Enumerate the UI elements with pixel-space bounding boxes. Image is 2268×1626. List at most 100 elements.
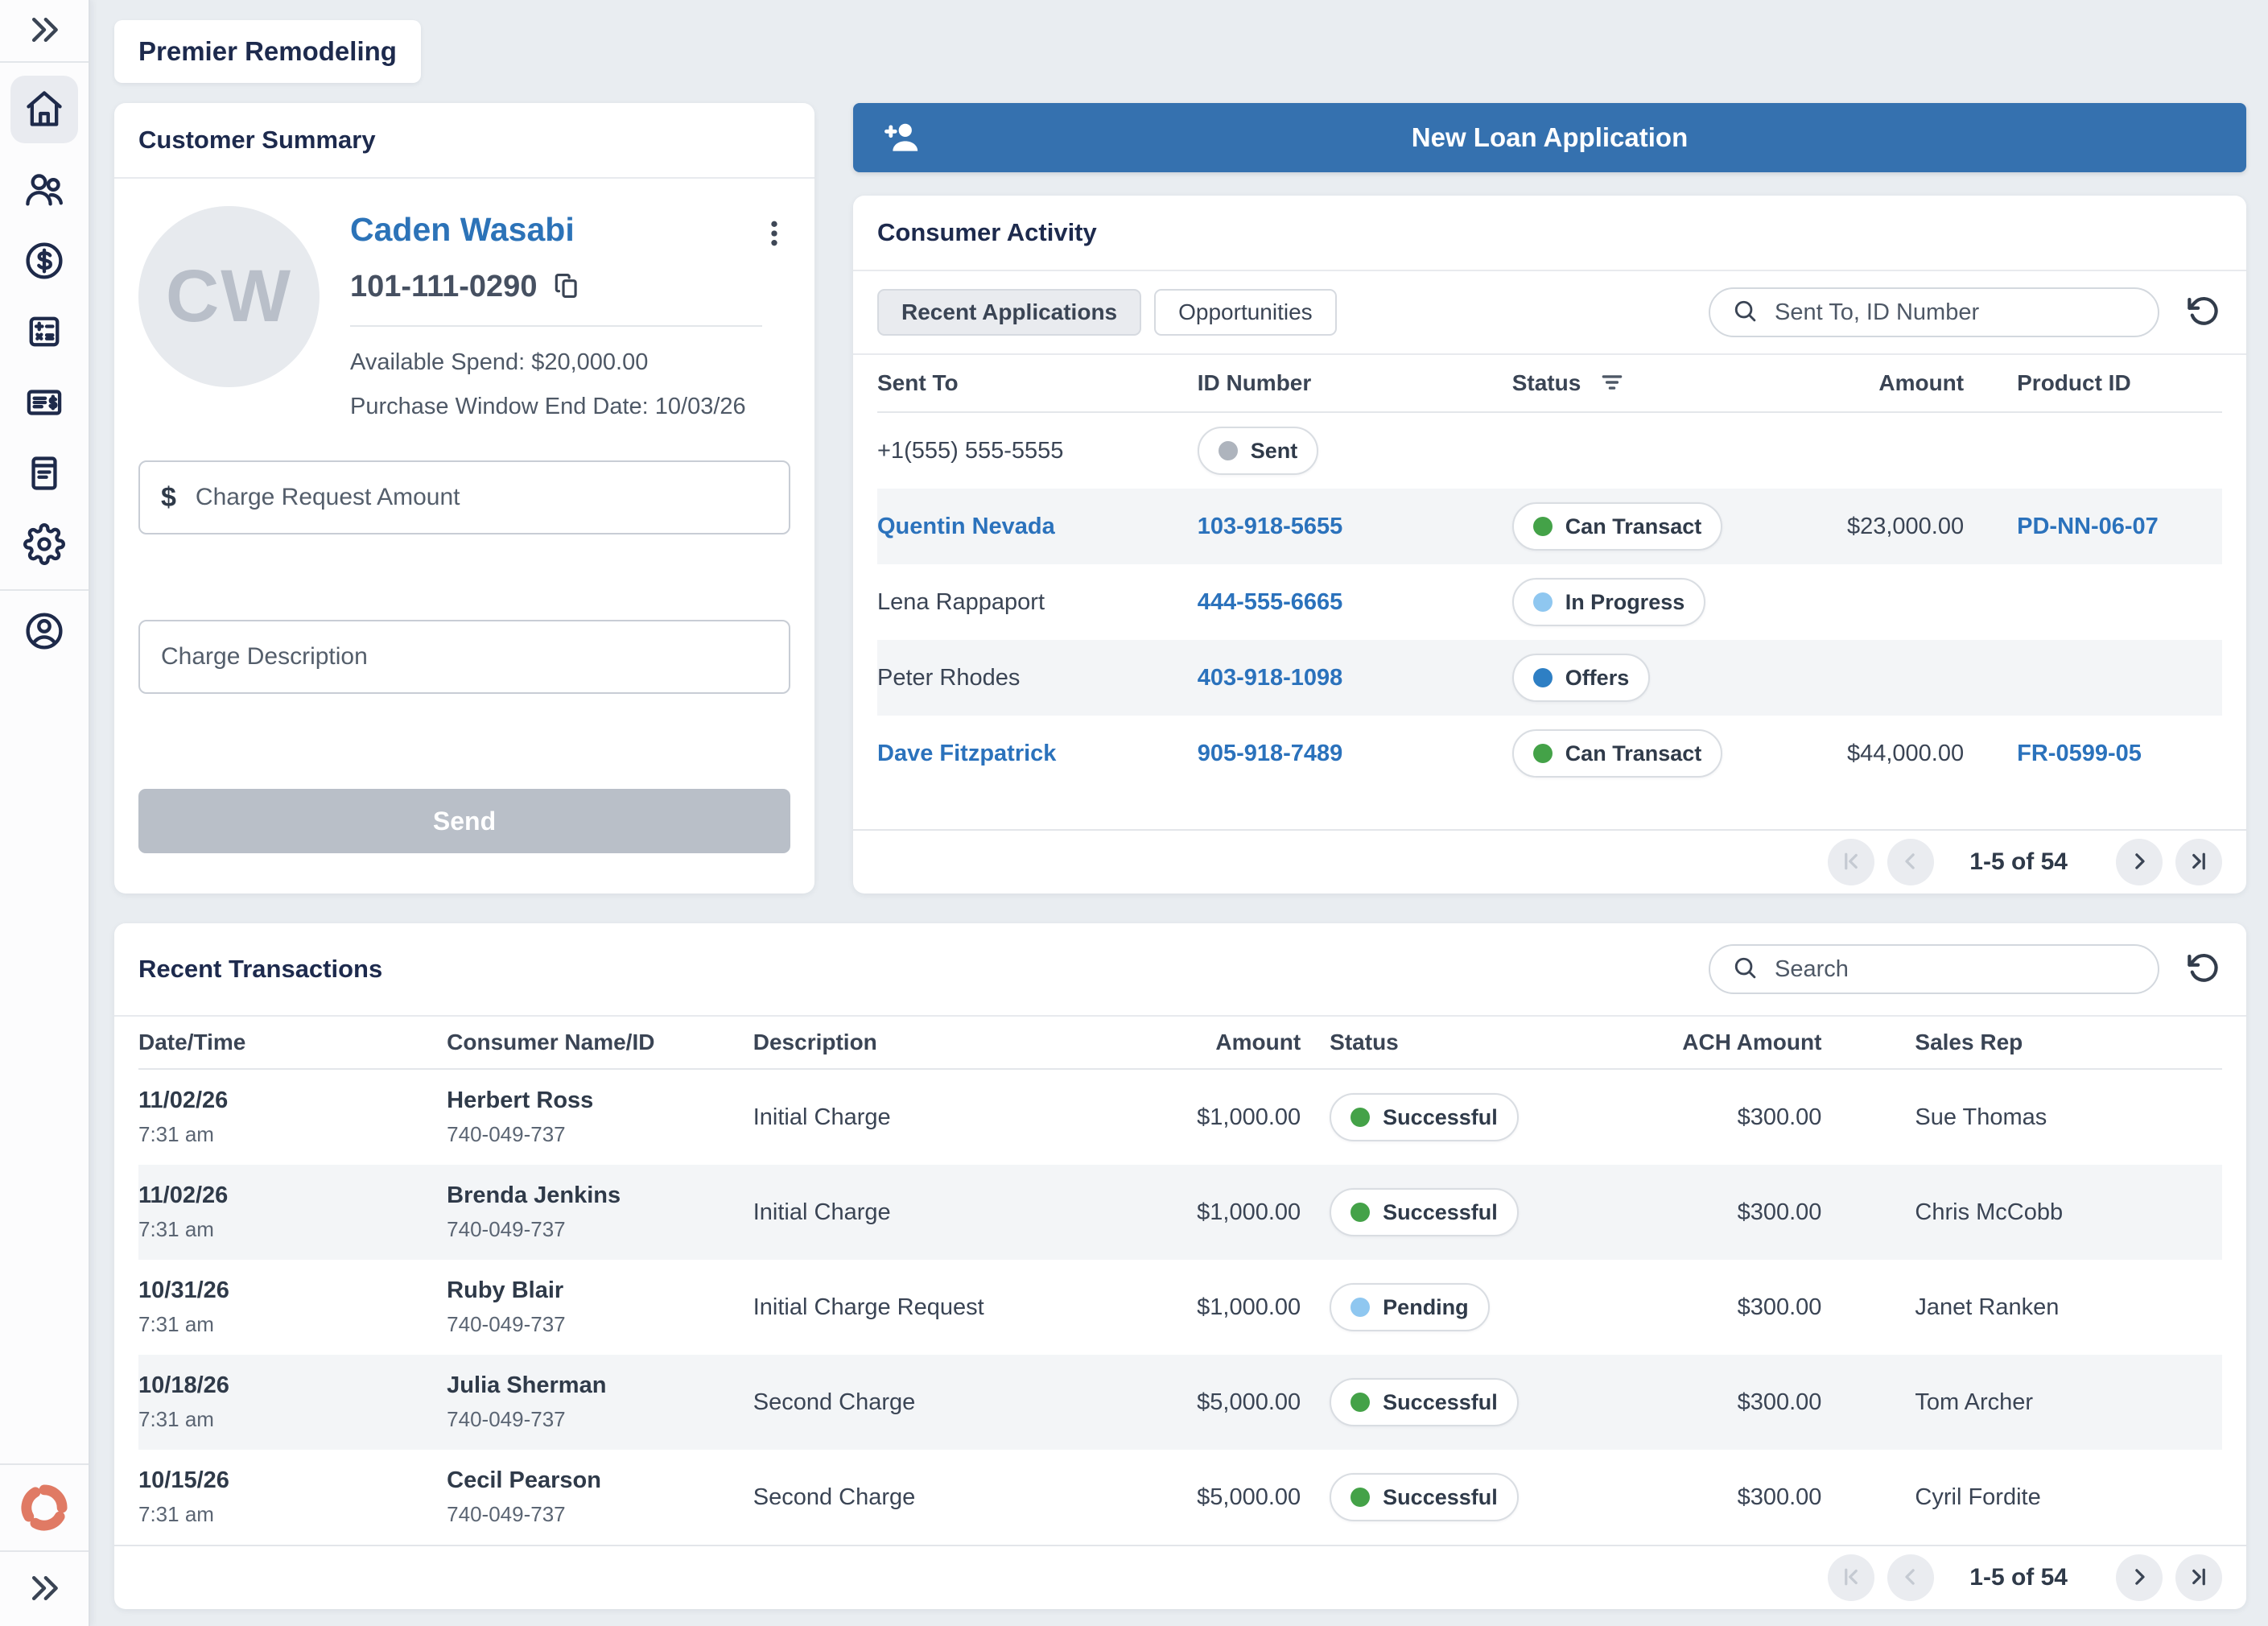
status-badge: Successful: [1330, 1473, 1519, 1521]
cell-datetime: 11/02/26 7:31 am: [138, 1182, 447, 1242]
cell-sent-to[interactable]: +1(555) 555-5555: [877, 438, 1198, 464]
cell-id-number[interactable]: 403-918-1098: [1198, 665, 1512, 691]
status-label: Pending: [1383, 1295, 1469, 1320]
reset-search-button[interactable]: [2185, 293, 2222, 332]
cell-sent-to[interactable]: Dave Fitzpatrick: [877, 741, 1198, 767]
transactions-pagination: 1-5 of 54: [114, 1545, 2246, 1609]
sidebar-item-reports[interactable]: [10, 451, 78, 497]
chevron-left-icon: [1899, 1565, 1923, 1591]
cell-amount: $5,000.00: [1105, 1484, 1313, 1511]
cell-id-number[interactable]: 444-555-6665: [1198, 589, 1512, 616]
consumer-activity-rows: +1(555) 555-5555 Sent Quentin Nevada 103…: [877, 413, 2222, 791]
sidebar-item-invoices[interactable]: [10, 380, 78, 427]
cell-sent-to[interactable]: Peter Rhodes: [877, 665, 1198, 691]
kebab-menu-button[interactable]: [758, 217, 790, 252]
copy-icon: [551, 270, 582, 303]
copy-button[interactable]: [551, 270, 582, 303]
cell-consumer: Cecil Pearson 740-049-737: [447, 1467, 753, 1527]
last-page-button[interactable]: [2175, 1554, 2222, 1601]
transaction-time: 7:31 am: [138, 1217, 434, 1242]
first-page-button[interactable]: [1828, 839, 1874, 885]
sidebar-item-settings[interactable]: [10, 522, 78, 568]
transaction-row: 11/02/26 7:31 am Brenda Jenkins 740-049-…: [138, 1165, 2222, 1260]
prev-page-button[interactable]: [1887, 1554, 1934, 1601]
cell-amount: $1,000.00: [1105, 1104, 1313, 1131]
col-description: Description: [753, 1030, 1106, 1055]
transactions-search-input[interactable]: [1775, 956, 2137, 983]
consumer-id: 740-049-737: [447, 1407, 740, 1432]
sidebar-collapse-button[interactable]: [0, 0, 89, 61]
cell-datetime: 10/31/26 7:31 am: [138, 1277, 447, 1337]
consumer-activity-title: Consumer Activity: [853, 196, 2246, 271]
cell-sent-to[interactable]: Quentin Nevada: [877, 514, 1198, 540]
status-badge: Offers: [1512, 654, 1651, 702]
sidebar-item-home[interactable]: [10, 76, 78, 143]
last-page-button[interactable]: [2175, 839, 2222, 885]
status-dot-icon: [1350, 1108, 1370, 1127]
cell-datetime: 11/02/26 7:31 am: [138, 1087, 447, 1147]
transactions-rows: 11/02/26 7:31 am Herbert Ross 740-049-73…: [138, 1070, 2222, 1545]
brand-swirl-logo: [0, 1465, 89, 1550]
sidebar-item-account[interactable]: [10, 609, 78, 655]
cell-product-id[interactable]: PD-NN-06-07: [1964, 514, 2222, 540]
new-loan-application-button[interactable]: New Loan Application: [853, 103, 2246, 172]
sidebar-item-customers[interactable]: [10, 167, 78, 214]
transaction-row: 10/31/26 7:31 am Ruby Blair 740-049-737 …: [138, 1260, 2222, 1355]
cell-sent-to[interactable]: Lena Rappaport: [877, 589, 1198, 616]
status-dot-icon: [1219, 441, 1238, 460]
cell-id-number[interactable]: 905-918-7489: [1198, 741, 1512, 767]
transaction-date: 11/02/26: [138, 1182, 434, 1209]
status-label: Successful: [1383, 1390, 1498, 1415]
tab-recent-applications[interactable]: Recent Applications: [877, 289, 1141, 336]
cell-status: In Progress: [1512, 578, 1811, 626]
status-dot-icon: [1533, 744, 1553, 763]
status-filter-button[interactable]: [1598, 369, 1626, 398]
sidebar-item-payments[interactable]: [10, 238, 78, 285]
transaction-row: 10/15/26 7:31 am Cecil Pearson 740-049-7…: [138, 1450, 2222, 1545]
sidebar-item-calculator[interactable]: [10, 309, 78, 356]
cell-ach-amount: $300.00: [1610, 1389, 1835, 1416]
next-page-button[interactable]: [2116, 839, 2163, 885]
profile-divider: [350, 325, 762, 327]
charge-request-amount-input[interactable]: [196, 484, 768, 511]
transaction-row: 11/02/26 7:31 am Herbert Ross 740-049-73…: [138, 1070, 2222, 1165]
reset-search-button[interactable]: [2185, 950, 2222, 989]
cell-description: Initial Charge Request: [753, 1294, 1106, 1321]
col-amount: Amount: [1811, 370, 1964, 396]
sidebar-expand-button[interactable]: [0, 1552, 89, 1626]
avatar: CW: [138, 206, 320, 387]
transactions-search: [1709, 944, 2159, 994]
cell-amount: $1,000.00: [1105, 1199, 1313, 1226]
customer-summary-title: Customer Summary: [114, 103, 814, 179]
cell-product-id[interactable]: FR-0599-05: [1964, 741, 2222, 767]
chevron-right-icon: [2127, 849, 2151, 876]
status-label: Sent: [1251, 439, 1298, 464]
charge-description-input[interactable]: [161, 643, 768, 671]
cell-status: Can Transact: [1512, 502, 1811, 551]
first-page-button[interactable]: [1828, 1554, 1874, 1601]
send-button[interactable]: Send: [138, 789, 790, 853]
consumer-activity-row: Dave Fitzpatrick 905-918-7489 Can Transa…: [877, 716, 2222, 791]
consumer-id: 740-049-737: [447, 1502, 740, 1527]
search-icon: [1731, 954, 1759, 985]
tab-opportunities[interactable]: Opportunities: [1154, 289, 1337, 336]
cell-id-number[interactable]: 103-918-5655: [1198, 514, 1512, 540]
notebook-icon: [23, 452, 65, 497]
consumer-activity-search-input[interactable]: [1775, 299, 2137, 326]
transaction-date: 10/31/26: [138, 1277, 434, 1304]
consumer-id: 740-049-737: [447, 1217, 740, 1242]
cell-status: Successful: [1313, 1378, 1610, 1426]
cell-datetime: 10/15/26 7:31 am: [138, 1467, 447, 1527]
prev-page-button[interactable]: [1887, 839, 1934, 885]
calculator-icon: [23, 311, 65, 355]
company-name-chip: Premier Remodeling: [114, 20, 421, 83]
available-spend: Available Spend: $20,000.00: [350, 349, 762, 376]
home-icon: [23, 88, 65, 132]
next-page-button[interactable]: [2116, 1554, 2163, 1601]
customer-name-link[interactable]: Caden Wasabi: [350, 211, 762, 249]
cell-consumer: Herbert Ross 740-049-737: [447, 1087, 753, 1147]
col-datetime: Date/Time: [138, 1030, 447, 1055]
status-dot-icon: [1350, 1488, 1370, 1507]
customer-id: 101-111-0290: [350, 270, 537, 304]
consumer-activity-pagination: 1-5 of 54: [853, 829, 2246, 893]
